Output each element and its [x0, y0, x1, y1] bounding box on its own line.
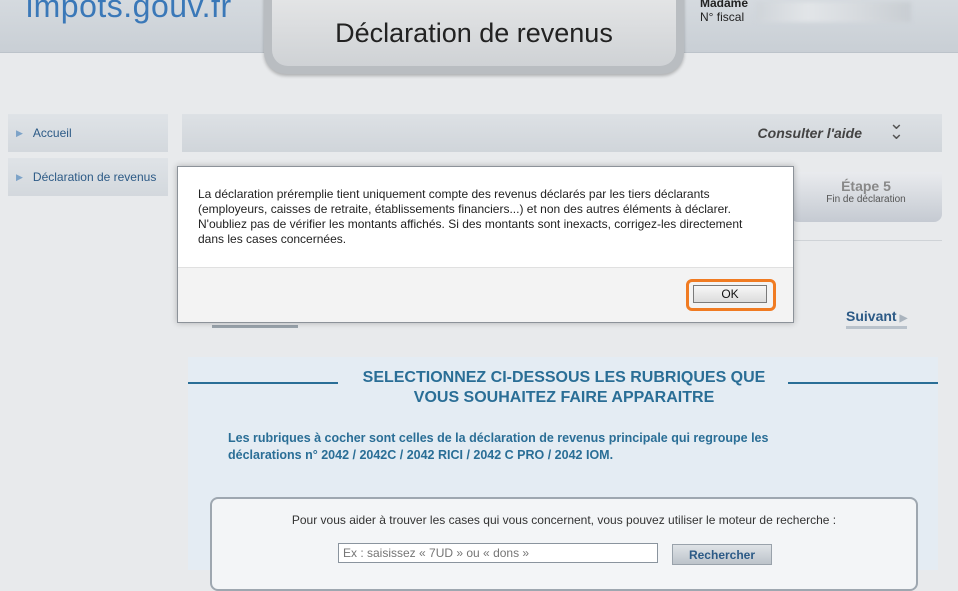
- ok-button[interactable]: OK: [693, 285, 767, 303]
- dialog-message: La déclaration préremplie tient uniqueme…: [198, 187, 743, 246]
- info-dialog: La déclaration préremplie tient uniqueme…: [177, 166, 794, 323]
- modal-overlay: La déclaration préremplie tient uniqueme…: [0, 0, 958, 570]
- focus-highlight: OK: [686, 279, 776, 311]
- dialog-footer: OK: [178, 267, 793, 322]
